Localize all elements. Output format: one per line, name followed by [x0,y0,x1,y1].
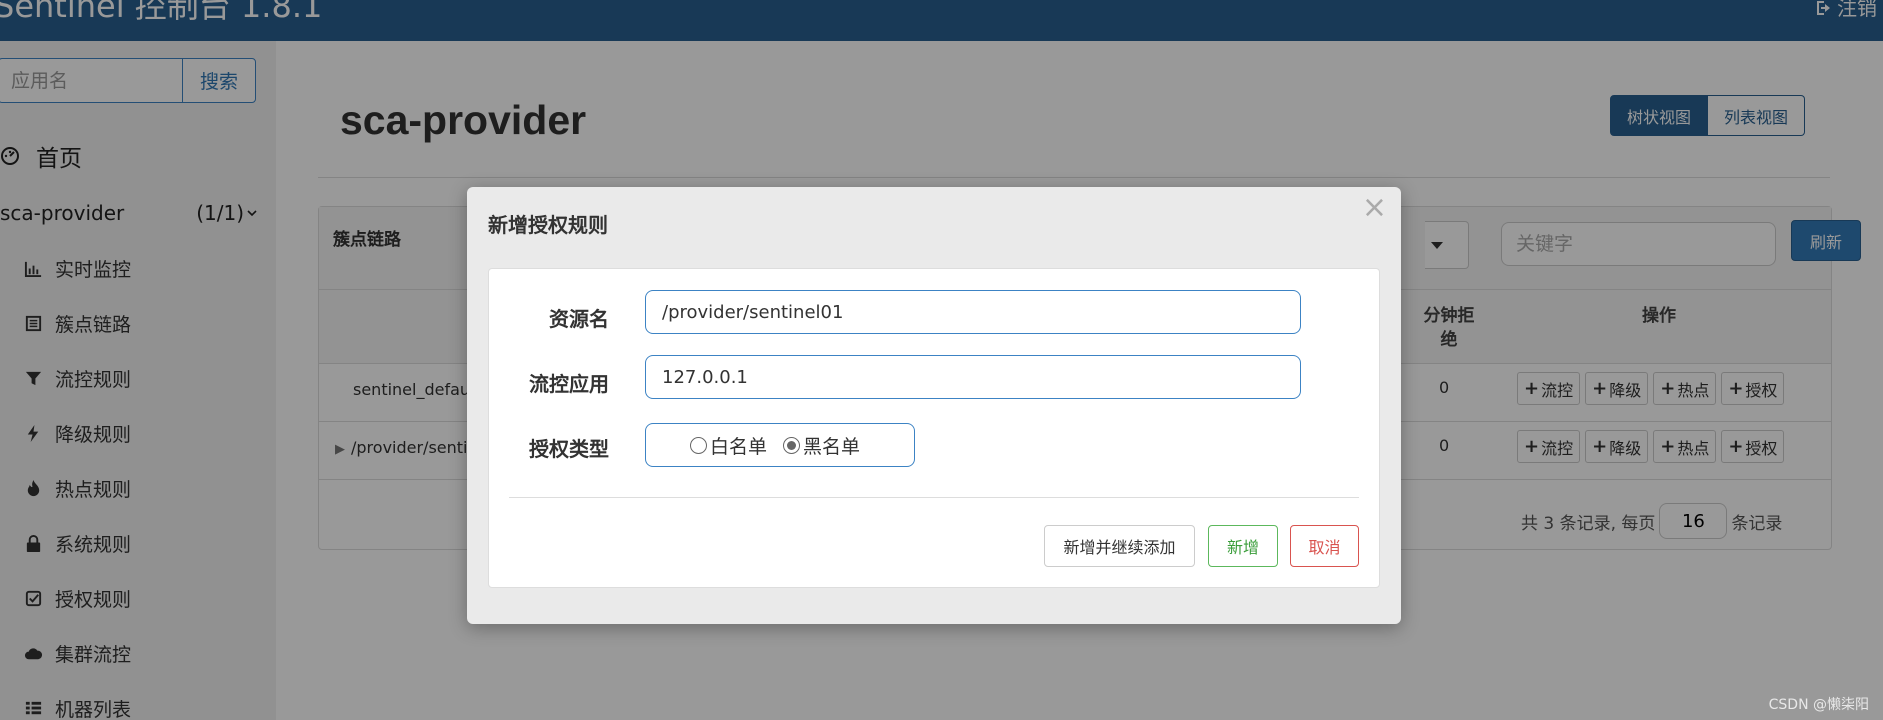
add-button[interactable]: 新增 [1208,525,1278,567]
divider [509,497,1359,498]
dialog-title: 新增授权规则 [488,213,608,237]
radio-checked-icon[interactable] [783,436,801,454]
whitelist-radio[interactable]: 白名单 [690,432,767,459]
limit-app-label: 流控应用 [529,372,609,396]
auth-type-radio-group: 白名单 黑名单 [645,423,915,467]
blacklist-radio[interactable]: 黑名单 [783,432,860,459]
resource-name-label: 资源名 [549,307,609,331]
watermark: CSDN @懒柒阳 [1768,697,1869,713]
dialog-body: 资源名 流控应用 授权类型 白名单 黑名单 新增并继续添加 新增 取消 [488,268,1380,588]
auth-type-label: 授权类型 [529,437,609,461]
add-and-continue-button[interactable]: 新增并继续添加 [1044,525,1195,567]
radio-unchecked-icon[interactable] [690,436,707,454]
cancel-button[interactable]: 取消 [1290,525,1359,567]
resource-name-field[interactable] [645,290,1301,334]
blacklist-label: 黑名单 [803,435,861,458]
add-auth-rule-dialog: 新增授权规则 × 资源名 流控应用 授权类型 白名单 黑名单 新增并继续添加 新… [467,187,1401,624]
limit-app-field[interactable] [645,355,1301,399]
close-icon[interactable]: × [1362,193,1387,223]
whitelist-label: 白名单 [710,435,768,458]
